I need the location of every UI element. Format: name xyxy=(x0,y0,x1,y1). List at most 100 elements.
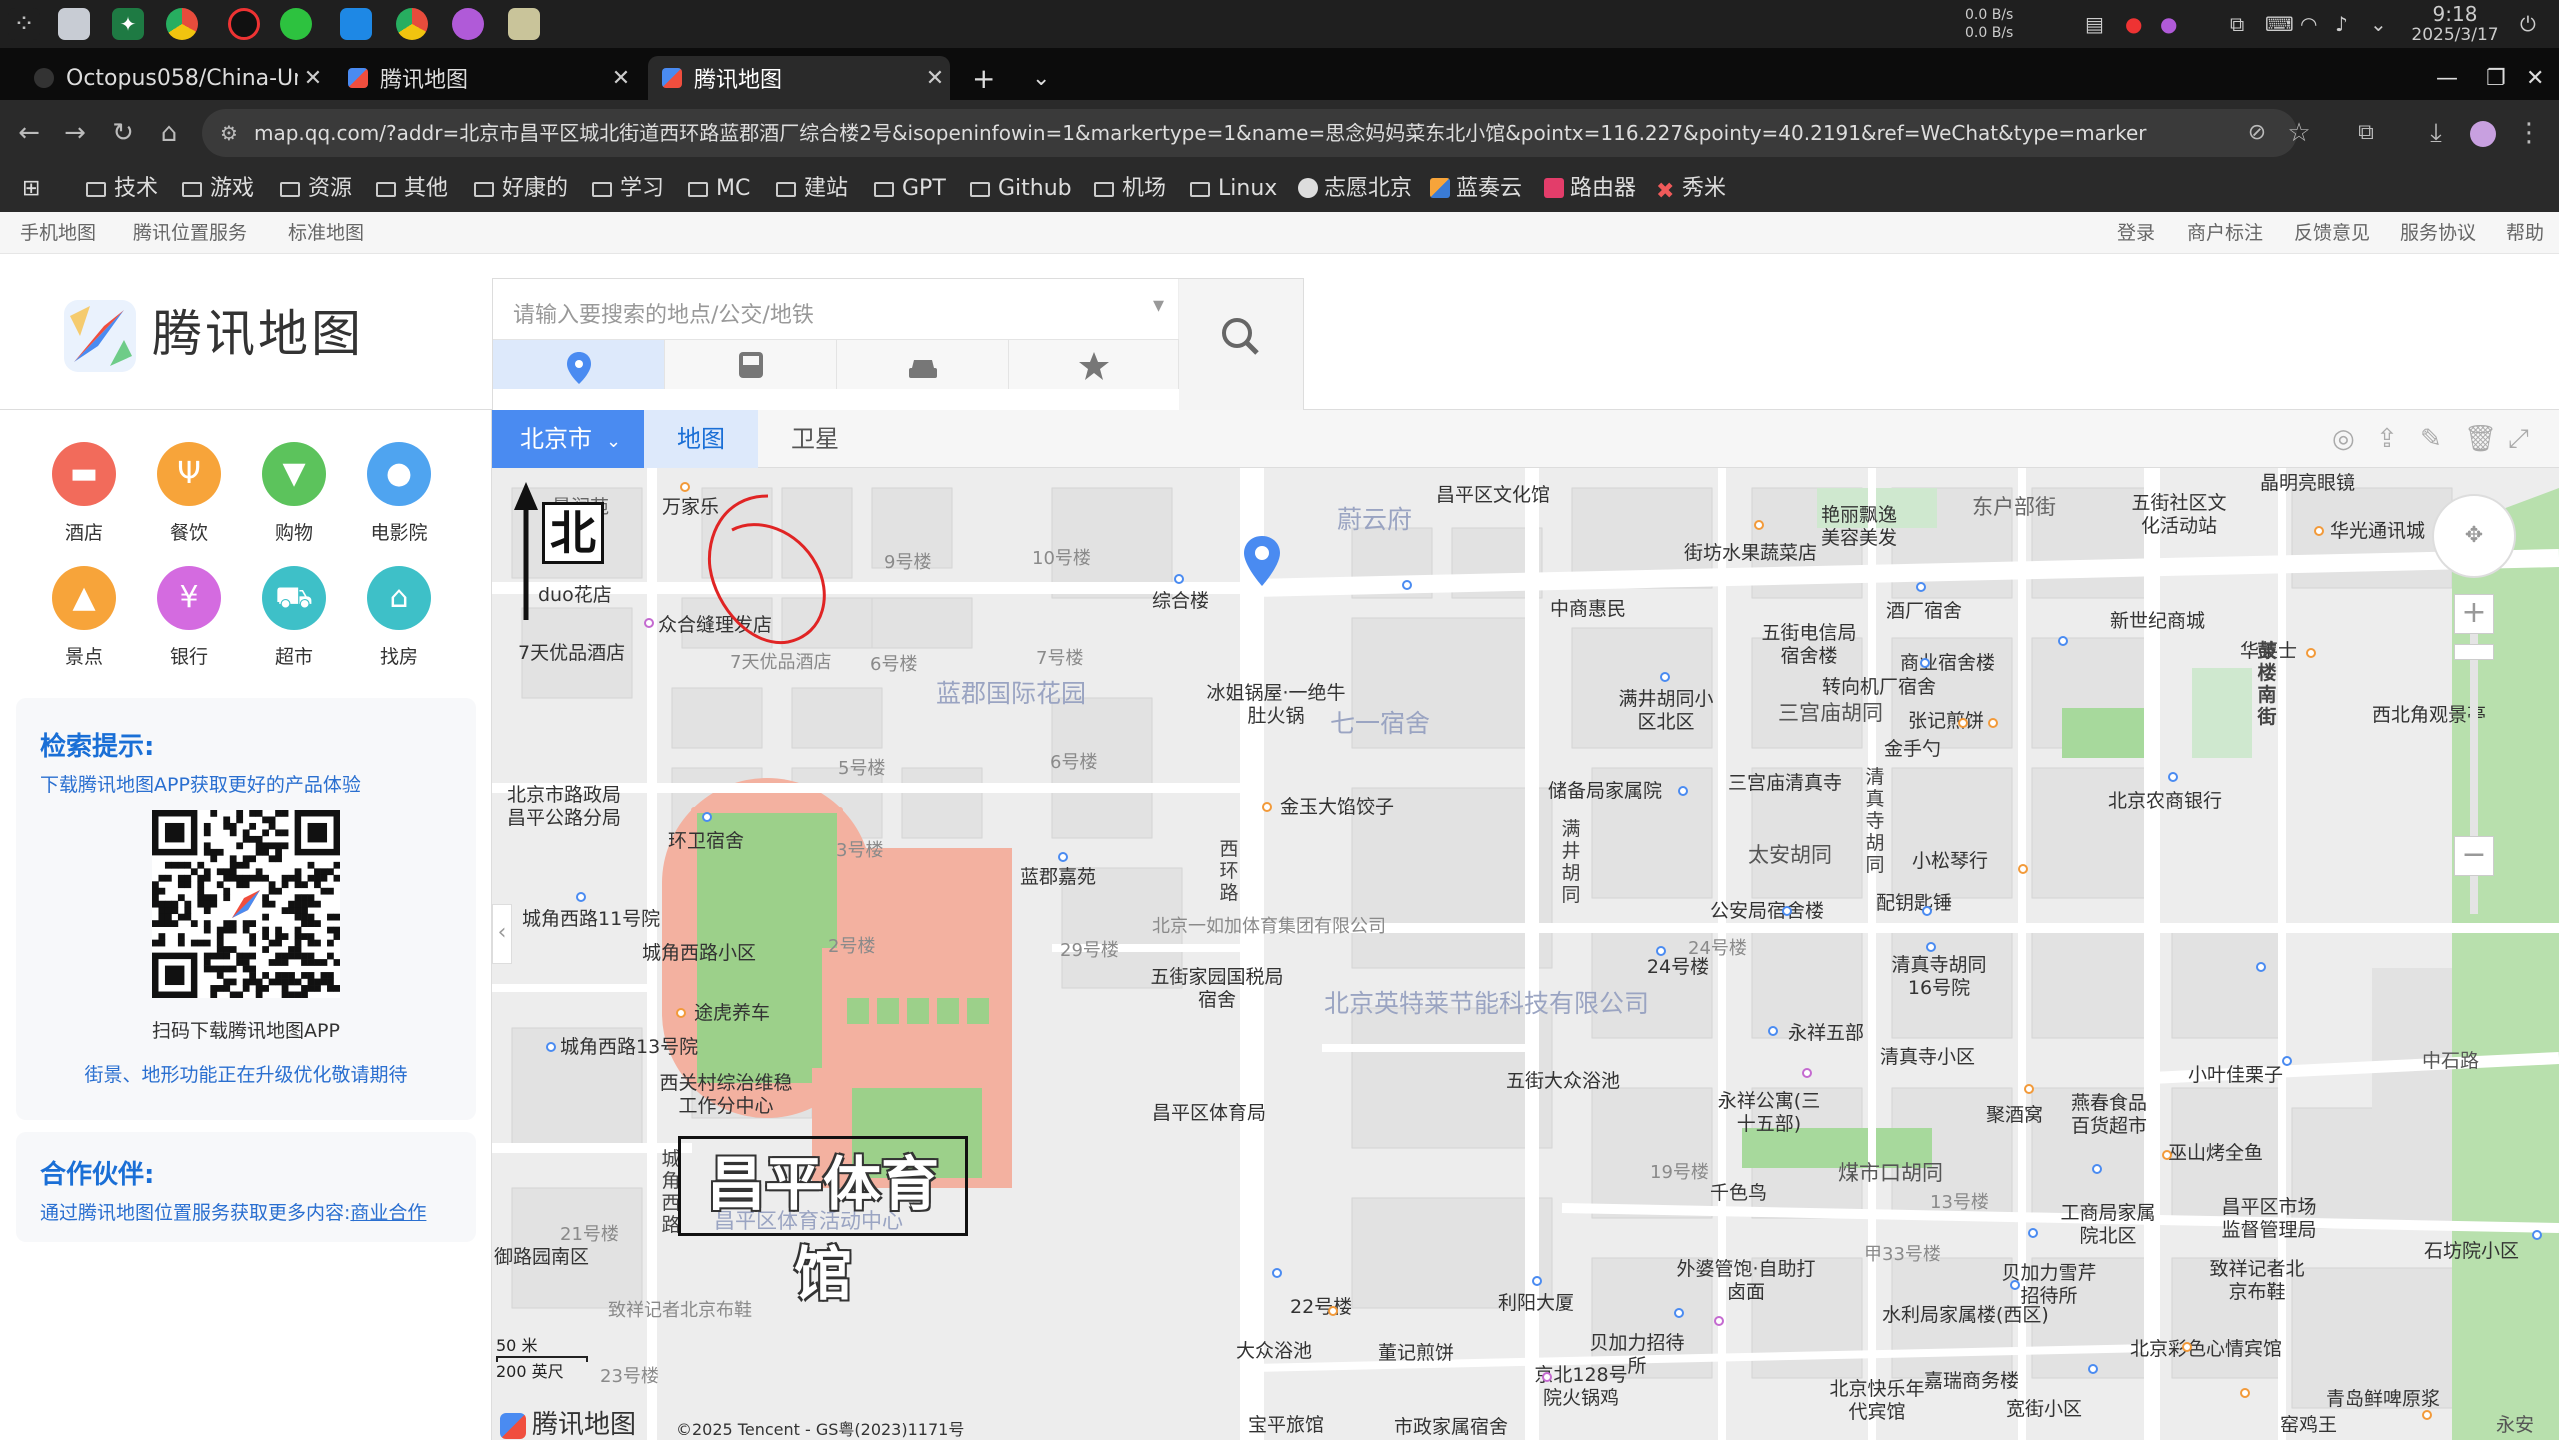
tencent-map-logo-icon[interactable] xyxy=(60,296,140,376)
category-hotel[interactable]: ▬ 酒店 xyxy=(32,442,136,545)
tab-tencent-map-1[interactable]: 腾讯地图 ✕ xyxy=(334,56,636,100)
tab-satellite[interactable]: 卫星 xyxy=(758,410,872,468)
tree-app-icon[interactable]: ✦ xyxy=(112,8,144,40)
cat-app-icon[interactable] xyxy=(452,8,484,40)
bookmark-folder[interactable]: 学习 xyxy=(592,166,664,212)
bookmark-folder[interactable]: Github xyxy=(970,166,1072,212)
minimize-icon[interactable]: — xyxy=(2430,56,2470,100)
bookmark-folder[interactable]: 机场 xyxy=(1094,166,1166,212)
download-icon[interactable]: ⤓ xyxy=(2415,112,2457,154)
city-selector[interactable]: 北京市 ⌄ xyxy=(492,410,644,468)
category-scenic[interactable]: ▲ 景点 xyxy=(32,566,136,669)
wifi-tray-icon[interactable]: ◠ xyxy=(2300,0,2317,48)
bookmark-folder[interactable]: 其他 xyxy=(376,166,448,212)
maximize-icon[interactable]: ❐ xyxy=(2480,56,2520,100)
address-bar[interactable]: ⚙ map.qq.com/?addr=北京市昌平区城北街道西环路蓝郡酒厂综合楼2… xyxy=(202,109,2297,157)
bookmark-star-icon[interactable]: ☆ xyxy=(2278,112,2320,154)
close-tab-icon[interactable]: ✕ xyxy=(920,66,950,91)
search-mode-car[interactable] xyxy=(837,339,1009,389)
cat-tray-icon[interactable]: ● xyxy=(2160,0,2177,48)
close-tab-icon[interactable]: ✕ xyxy=(298,66,328,91)
tab-map[interactable]: 地图 xyxy=(644,410,758,468)
nav-login[interactable]: 登录 xyxy=(2117,212,2155,254)
category-bank[interactable]: ¥ 银行 xyxy=(137,566,241,669)
bookmark-link[interactable]: 蓝奏云 xyxy=(1430,166,1522,212)
qq-tray-icon[interactable]: ● xyxy=(2125,0,2142,48)
bookmark-link[interactable]: 路由器 xyxy=(1544,166,1636,212)
close-tab-icon[interactable]: ✕ xyxy=(606,66,636,91)
location-marker-icon[interactable] xyxy=(1242,534,1282,590)
pan-control[interactable]: ✥ xyxy=(2432,494,2516,578)
search-mode-bus[interactable] xyxy=(665,339,837,389)
forward-icon[interactable]: → xyxy=(54,112,96,154)
category-housing[interactable]: ⌂ 找房 xyxy=(347,566,451,669)
clipboard-tray-icon[interactable]: ⧉ xyxy=(2230,0,2244,48)
category-dining[interactable]: Ψ 餐饮 xyxy=(137,442,241,545)
tab-tencent-map-2[interactable]: 腾讯地图 ✕ xyxy=(648,56,950,100)
new-tab-button[interactable]: + xyxy=(966,56,1006,100)
fullscreen-icon[interactable]: ⤢ xyxy=(2508,424,2529,455)
back-icon[interactable]: ← xyxy=(8,112,50,154)
nav-merchant-mark[interactable]: 商户标注 xyxy=(2187,212,2263,254)
search-mode-favorites[interactable] xyxy=(1009,339,1179,389)
zoom-slider-handle[interactable] xyxy=(2454,644,2494,660)
bookmark-link[interactable]: ✖ 秀米 xyxy=(1656,166,1726,212)
share-icon[interactable]: ⇪ xyxy=(2376,424,2398,454)
chrome2-app-icon[interactable] xyxy=(396,8,428,40)
search-mode-place[interactable] xyxy=(493,339,665,389)
files-app-icon[interactable] xyxy=(58,8,90,40)
zoom-in-button[interactable]: + xyxy=(2454,594,2494,634)
bookmark-folder[interactable]: MC xyxy=(688,166,750,212)
trash-icon[interactable]: 🗑 xyxy=(2464,424,2497,454)
home-icon[interactable]: ⌂ xyxy=(148,112,190,154)
chat-tray-icon[interactable]: ▤ xyxy=(2085,0,2104,48)
category-shopping[interactable]: ▼ 购物 xyxy=(242,442,346,545)
reload-icon[interactable]: ↻ xyxy=(102,112,144,154)
nav-mobile-map[interactable]: 手机地图 xyxy=(20,212,96,254)
chrome-app-icon[interactable] xyxy=(166,8,198,40)
apps-icon[interactable]: ⊞ xyxy=(22,166,40,212)
collapse-sidebar-button[interactable]: ‹ xyxy=(492,904,512,964)
nav-standard-map[interactable]: 标准地图 xyxy=(288,212,364,254)
bookmark-folder[interactable]: 技术 xyxy=(86,166,158,212)
nav-feedback[interactable]: 反馈意见 xyxy=(2294,212,2370,254)
qq-app-icon[interactable] xyxy=(228,8,260,40)
map-canvas[interactable]: 蔚云府 蓝郡国际花园 七一宿舍 北京英特莱节能科技有限公司 昌平区体育活动中心 … xyxy=(492,468,2559,1440)
site-info-icon[interactable]: ⚙ xyxy=(220,109,238,157)
zoom-out-button[interactable]: − xyxy=(2454,836,2494,876)
power-icon[interactable]: ⏻ xyxy=(2520,0,2536,48)
tips-text[interactable]: 下载腾讯地图APP获取更好的产品体验 xyxy=(40,770,361,797)
extensions-icon[interactable]: ⧉ xyxy=(2345,112,2387,154)
tab-list-icon[interactable]: ⌄ xyxy=(1026,56,1066,100)
category-supermarket[interactable]: ⛟ 超市 xyxy=(242,566,346,669)
tracking-off-icon[interactable]: ⊘ xyxy=(2236,112,2278,154)
clock[interactable]: 9:18 2025/3/17 xyxy=(2395,0,2515,48)
ruler-icon[interactable]: ✎ xyxy=(2420,424,2442,454)
launcher-icon[interactable]: ⁘ xyxy=(8,8,40,40)
archive-app-icon[interactable] xyxy=(508,8,540,40)
search-input[interactable]: 请输入要搜索的地点/公交/地铁 ▾ xyxy=(493,279,1179,339)
volume-tray-icon[interactable]: ♪ xyxy=(2335,0,2348,48)
profile-avatar[interactable] xyxy=(2462,112,2504,154)
bookmark-folder[interactable]: GPT xyxy=(874,166,946,212)
chevron-down-tray-icon[interactable]: ⌄ xyxy=(2370,0,2387,48)
bookmark-link[interactable]: 志愿北京 xyxy=(1298,166,1412,212)
menu-icon[interactable]: ⋮ xyxy=(2508,112,2550,154)
nav-service-agreement[interactable]: 服务协议 xyxy=(2400,212,2476,254)
close-window-icon[interactable]: ✕ xyxy=(2520,56,2559,100)
bookmark-folder[interactable]: 游戏 xyxy=(182,166,254,212)
nav-help[interactable]: 帮助 xyxy=(2506,212,2544,254)
keyboard-tray-icon[interactable]: ⌨ xyxy=(2265,0,2294,48)
category-cinema[interactable]: ● 电影院 xyxy=(347,442,451,545)
bookmark-folder[interactable]: 建站 xyxy=(776,166,848,212)
bookmark-folder[interactable]: 好康的 xyxy=(474,166,568,212)
business-cooperation-link[interactable]: 商业合作 xyxy=(350,1202,426,1224)
tab-github[interactable]: Octopus058/China-Un ✕ xyxy=(20,56,328,100)
nav-location-service[interactable]: 腾讯位置服务 xyxy=(133,212,247,254)
locate-icon[interactable]: ◎ xyxy=(2332,424,2355,454)
search-button[interactable] xyxy=(1179,279,1303,411)
vscode-app-icon[interactable] xyxy=(340,8,372,40)
wechat-app-icon[interactable] xyxy=(280,8,312,40)
bookmark-folder[interactable]: Linux xyxy=(1190,166,1277,212)
bookmark-folder[interactable]: 资源 xyxy=(280,166,352,212)
